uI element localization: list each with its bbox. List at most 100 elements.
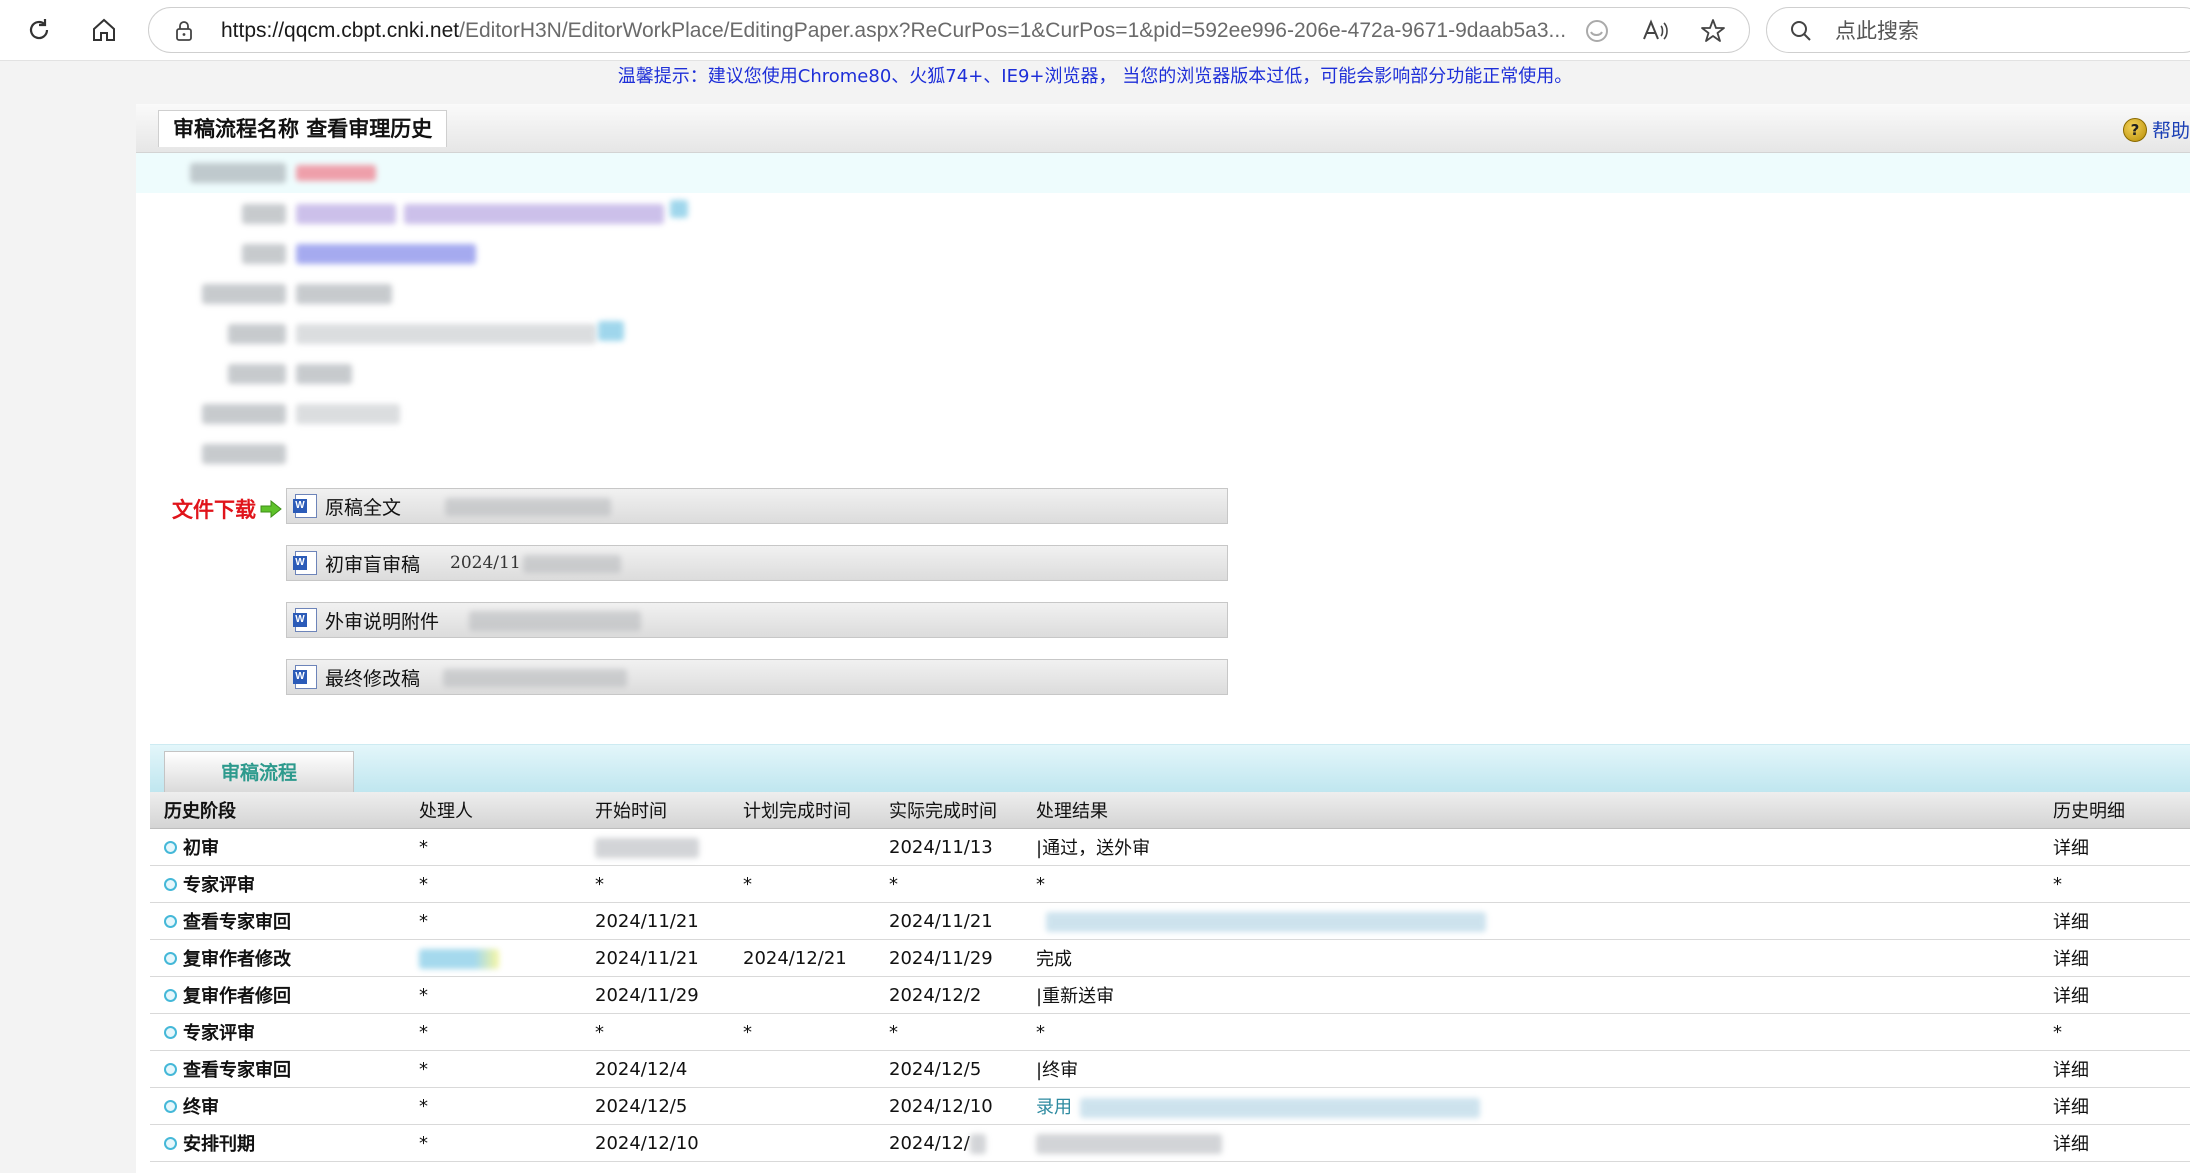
- handler-cell: *: [405, 1050, 581, 1088]
- info-row: [136, 273, 2190, 313]
- help-label[interactable]: 帮助: [2152, 116, 2190, 143]
- planned-cell: [729, 976, 875, 1014]
- detail-link[interactable]: 详细: [2039, 939, 2190, 977]
- file-name[interactable]: 最终修改稿: [325, 664, 420, 691]
- search-input[interactable]: [1833, 14, 2177, 48]
- info-row: [136, 193, 2190, 233]
- actual-cell: *: [875, 1013, 1022, 1051]
- info-row: [136, 313, 2190, 353]
- word-doc-icon: [293, 551, 317, 575]
- planned-cell: [729, 1087, 875, 1125]
- search-box[interactable]: [1766, 7, 2190, 53]
- handler-cell: [405, 939, 581, 977]
- start-cell: 2024/12/4: [581, 1050, 729, 1088]
- stage-cell: 查看专家审回: [150, 902, 405, 940]
- detail-link[interactable]: 详细: [2039, 828, 2190, 866]
- actual-cell: 2024/11/21: [875, 902, 1022, 940]
- column-header: 历史阶段: [150, 792, 405, 829]
- lock-icon[interactable]: [173, 19, 195, 47]
- bullet-icon: [164, 1025, 177, 1039]
- handler-cell: *: [405, 902, 581, 940]
- result-cell: [1022, 902, 2039, 940]
- url-text[interactable]: https://qqcm.cbpt.cnki.net/EditorH3N/Edi…: [221, 19, 1711, 43]
- file-external-review-attachment[interactable]: 外审说明附件: [286, 602, 1228, 638]
- edge-sync-icon[interactable]: [1583, 17, 1611, 45]
- word-doc-icon: [293, 608, 317, 632]
- bullet-icon: [164, 840, 177, 854]
- planned-cell: [729, 1050, 875, 1088]
- detail-link[interactable]: 详细: [2039, 1050, 2190, 1088]
- result-cell: |重新送审: [1022, 976, 2039, 1014]
- file-name[interactable]: 外审说明附件: [325, 607, 439, 634]
- detail-link[interactable]: 详细: [2039, 902, 2190, 940]
- home-icon[interactable]: [82, 8, 126, 52]
- start-cell: *: [581, 865, 729, 903]
- actual-cell: 2024/12/10: [875, 1087, 1022, 1125]
- column-header: 历史明细: [2039, 792, 2190, 829]
- detail-cell: *: [2039, 865, 2190, 903]
- handler-cell: *: [405, 1124, 581, 1162]
- file-download-label: 文件下载: [172, 494, 282, 524]
- browser-warning: 温馨提示：建议您使用Chrome80、火狐74+、IE9+浏览器， 当您的浏览器…: [617, 66, 1573, 87]
- refresh-icon[interactable]: [17, 8, 61, 52]
- file-final-revision[interactable]: 最终修改稿: [286, 659, 1228, 695]
- favorite-star-icon[interactable]: [1699, 17, 1727, 45]
- planned-cell: [729, 828, 875, 866]
- handler-cell: *: [405, 1087, 581, 1125]
- bullet-icon: [164, 1099, 177, 1113]
- table-row: 查看专家审回 * 2024/12/4 2024/12/5 |终审 详细: [150, 1050, 2190, 1088]
- actual-cell: 2024/11/13: [875, 828, 1022, 866]
- tab-review-process[interactable]: 审稿流程: [164, 751, 354, 793]
- stage-cell: 复审作者修回: [150, 976, 405, 1014]
- stage-cell: 初审: [150, 828, 405, 866]
- table-row: 专家评审 * * * * * *: [150, 865, 2190, 903]
- start-cell: [581, 828, 729, 866]
- word-doc-icon: [293, 665, 317, 689]
- stage-cell: 复审作者修改: [150, 939, 405, 977]
- result-cell: [1022, 1124, 2039, 1162]
- table-row: 复审作者修改 2024/11/21 2024/12/21 2024/11/29 …: [150, 939, 2190, 977]
- address-bar[interactable]: https://qqcm.cbpt.cnki.net/EditorH3N/Edi…: [148, 7, 1750, 53]
- file-date: 2024/11: [450, 553, 521, 573]
- table-header-row: 历史阶段 处理人 开始时间 计划完成时间 实际完成时间 处理结果 历史明细: [150, 792, 2190, 829]
- handler-cell: *: [405, 976, 581, 1014]
- start-cell: 2024/11/29: [581, 976, 729, 1014]
- file-name[interactable]: 初审盲审稿: [325, 550, 420, 577]
- planned-cell: *: [729, 1013, 875, 1051]
- actual-cell: 2024/12/2: [875, 976, 1022, 1014]
- handler-cell: *: [405, 828, 581, 866]
- detail-link[interactable]: 详细: [2039, 1087, 2190, 1125]
- bullet-icon: [164, 877, 177, 891]
- stage-cell: 终审: [150, 1087, 405, 1125]
- result-cell: |终审: [1022, 1050, 2039, 1088]
- file-original-manuscript[interactable]: 原稿全文: [286, 488, 1228, 524]
- planned-cell: *: [729, 865, 875, 903]
- green-arrow-icon: [260, 500, 282, 518]
- result-cell: 完成: [1022, 939, 2039, 977]
- help-link[interactable]: ? 帮助: [2122, 116, 2190, 143]
- column-header: 实际完成时间: [875, 792, 1022, 829]
- file-blind-review-draft[interactable]: 初审盲审稿 2024/11: [286, 545, 1228, 581]
- read-aloud-icon[interactable]: [1641, 17, 1669, 45]
- title-strip: 审稿流程名称 查看审理历史 ? 帮助: [136, 104, 2190, 153]
- word-doc-icon: [293, 494, 317, 518]
- handler-cell: *: [405, 1013, 581, 1051]
- page-title: 审稿流程名称 查看审理历史: [158, 110, 448, 147]
- planned-cell: [729, 1124, 875, 1162]
- search-icon: [1789, 19, 1813, 47]
- detail-cell: *: [2039, 1013, 2190, 1051]
- actual-cell: 2024/11/29: [875, 939, 1022, 977]
- info-row: [136, 353, 2190, 393]
- stage-cell: 查看专家审回: [150, 1050, 405, 1088]
- bullet-icon: [164, 1062, 177, 1076]
- table-row: 安排刊期 * 2024/12/10 2024/12/ 详细: [150, 1124, 2190, 1162]
- column-header: 处理人: [405, 792, 581, 829]
- detail-link[interactable]: 详细: [2039, 1124, 2190, 1162]
- table-row: 专家评审 * * * * * *: [150, 1013, 2190, 1051]
- stage-cell: 专家评审: [150, 1013, 405, 1051]
- detail-link[interactable]: 详细: [2039, 976, 2190, 1014]
- bullet-icon: [164, 951, 177, 965]
- file-name[interactable]: 原稿全文: [325, 493, 401, 520]
- main-panel: 审稿流程名称 查看审理历史 ? 帮助 文件下载 W 原稿全文 W 初审盲审稿 2…: [136, 104, 2190, 1173]
- help-icon[interactable]: ?: [2122, 117, 2147, 142]
